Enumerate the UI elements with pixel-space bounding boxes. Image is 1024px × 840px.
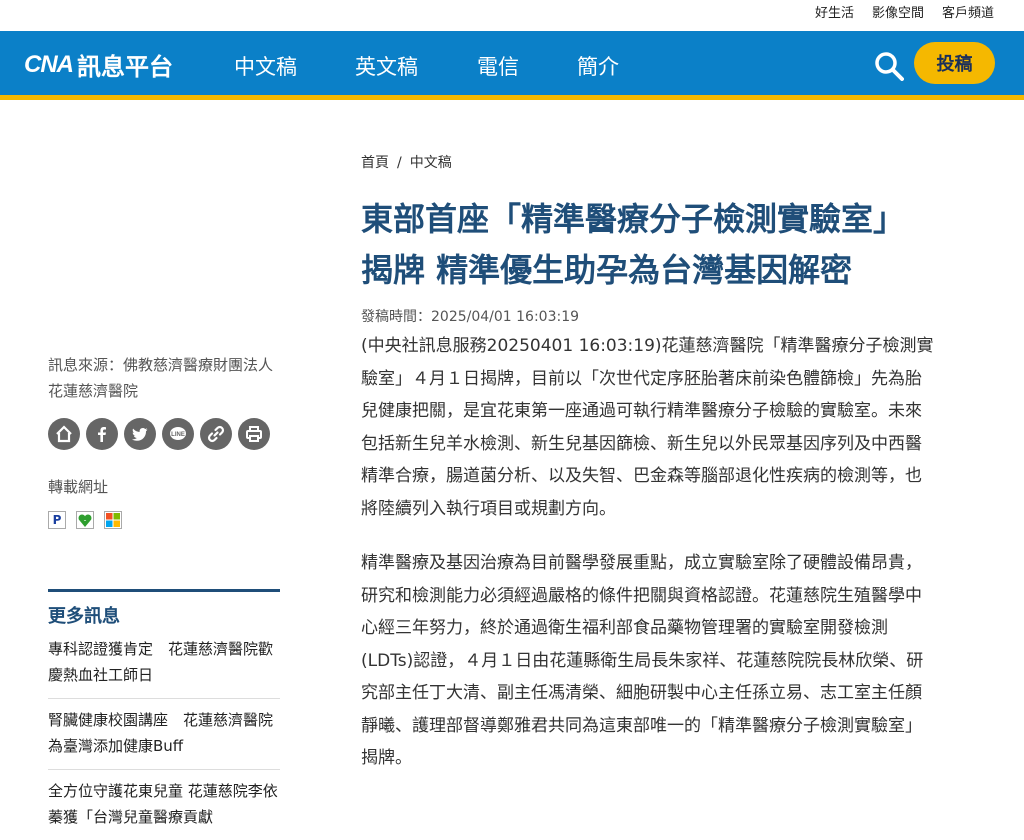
link-icon[interactable] [200,418,232,450]
cna-logo-mark: CNA [24,50,74,78]
nav-about[interactable]: 簡介 [577,51,619,81]
more-news-item[interactable]: 專科認證獲肯定 花蓮慈濟醫院歡慶熱血社工師日 [48,628,280,699]
submit-button[interactable]: 投稿 [914,42,995,84]
twitter-icon[interactable] [124,418,156,450]
top-link-good-life[interactable]: 好生活 [815,2,854,21]
nav-accent-line [0,95,1024,100]
sidebar: 訊息來源：佛教慈濟醫療財團法人花蓮慈濟醫院 LINE 轉載網址 P [48,352,280,529]
microsoft-icon[interactable] [104,511,122,529]
logo-text: 訊息平台 [77,53,173,81]
main-nav: CNA 訊息平台 中文稿 英文稿 電信 簡介 投稿 [0,31,1024,95]
nav-chinese[interactable]: 中文稿 [234,51,297,81]
breadcrumb: 首頁 / 中文稿 [361,152,936,172]
publish-time: 發稿時間：2025/04/01 16:03:19 [361,309,580,325]
breadcrumb-home[interactable]: 首頁 [361,155,389,171]
news-source: 訊息來源：佛教慈濟醫療財團法人花蓮慈濟醫院 [48,356,274,400]
line-icon-text: LINE [171,432,185,438]
line-icon[interactable]: LINE [162,418,194,450]
print-icon[interactable] [238,418,270,450]
search-icon[interactable] [874,51,904,81]
breadcrumb-current[interactable]: 中文稿 [410,155,452,171]
article-paragraph: 精準醫療及基因治療為目前醫學發展重點，成立實驗室除了硬體設備昂貴，研究和檢測能力… [361,553,924,768]
site-logo[interactable]: CNA 訊息平台 [24,47,173,82]
plurk-icon[interactable]: P [48,511,66,529]
top-links: 好生活 影像空間 客戶頻道 [815,2,994,21]
home-icon[interactable] [48,418,80,450]
article-title: 東部首座「精準醫療分子檢測實驗室」揭牌 精準優生助孕為台灣基因解密 [361,200,906,289]
more-news-item[interactable]: 腎臟健康校園講座 花蓮慈濟醫院為臺灣添加健康Buff [48,699,280,770]
top-link-customer-channel[interactable]: 客戶頻道 [942,2,994,21]
nav-telecom[interactable]: 電信 [477,51,519,81]
repost-label: 轉載網址 [48,478,109,496]
bookmark-icon[interactable] [76,511,94,529]
top-bar: 好生活 影像空間 客戶頻道 [0,0,1024,31]
nav-english[interactable]: 英文稿 [355,51,418,81]
share-bar: LINE [48,418,280,450]
top-link-image-space[interactable]: 影像空間 [872,2,924,21]
article-paragraph: (中央社訊息服務20250401 16:03:19)花蓮慈濟醫院「精準醫療分子檢… [361,336,934,519]
breadcrumb-separator: / [397,155,402,171]
more-news-title: 更多訊息 [48,606,120,627]
facebook-icon[interactable] [86,418,118,450]
repost-links: P [48,511,280,529]
more-news: 更多訊息 專科認證獲肯定 花蓮慈濟醫院歡慶熱血社工師日 腎臟健康校園講座 花蓮慈… [48,589,280,840]
article: 首頁 / 中文稿 東部首座「精準醫療分子檢測實驗室」揭牌 精準優生助孕為台灣基因解密… [361,148,936,775]
